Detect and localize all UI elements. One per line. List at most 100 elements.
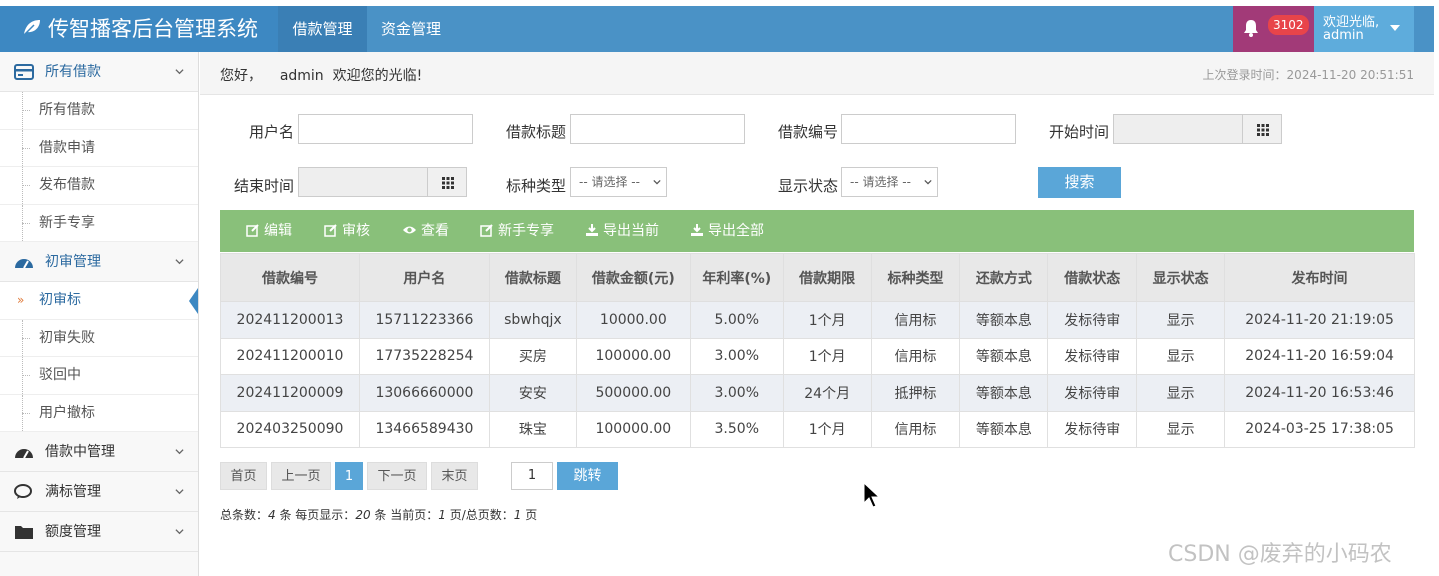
edit-icon	[246, 224, 259, 237]
table-cell: 13066660000	[358, 374, 490, 412]
welcome-user: admin	[279, 68, 324, 84]
sidebar-group-all-loans[interactable]: 所有借款	[0, 52, 198, 92]
sidebar-group-in-progress[interactable]: 借款中管理	[0, 432, 198, 472]
loan-title-input[interactable]	[570, 114, 745, 144]
chevron-down-icon	[175, 489, 184, 495]
search-button[interactable]: 搜索	[1038, 167, 1121, 198]
loan-table: 借款编号 用户名 借款标题 借款金额(元) 年利率(%) 借款期限 标种类型 还…	[220, 253, 1415, 448]
sidebar-item-review-failed[interactable]: 初审失败	[0, 319, 198, 357]
caret-down-icon	[1390, 25, 1400, 31]
table-cell: 3.50%	[689, 410, 784, 448]
export-all-button[interactable]: 导出全部	[690, 210, 764, 252]
column-header[interactable]: 年利率(%)	[689, 253, 784, 302]
end-time-input[interactable]	[298, 167, 428, 197]
table-cell: 100000.00	[575, 337, 691, 375]
sidebar-item-publish-loan[interactable]: 发布借款	[0, 167, 198, 205]
table-cell: 2024-03-25 17:38:05	[1224, 410, 1415, 448]
sidebar-group-full-bids[interactable]: 满标管理	[0, 472, 198, 512]
sidebar-item-newbie[interactable]: 新手专享	[0, 204, 198, 242]
sidebar-item-user-withdrawn[interactable]: 用户撤标	[0, 394, 198, 432]
end-time-label: 结束时间	[234, 177, 295, 195]
notification-button[interactable]: 3102	[1233, 6, 1314, 52]
current-page-button[interactable]: 1	[335, 462, 363, 490]
column-header[interactable]: 借款状态	[1047, 253, 1138, 302]
column-header[interactable]: 借款金额(元)	[575, 253, 691, 302]
column-header[interactable]: 显示状态	[1136, 253, 1226, 302]
column-header[interactable]: 还款方式	[959, 253, 1049, 302]
column-header[interactable]: 借款标题	[488, 253, 577, 302]
table-cell: 100000.00	[575, 410, 691, 448]
tab-loan-management[interactable]: 借款管理	[278, 6, 367, 52]
view-button[interactable]: 查看	[402, 210, 449, 252]
table-cell: 17735228254	[358, 337, 490, 375]
dashboard-icon	[15, 259, 33, 269]
bid-type-select[interactable]: -- 请选择 --	[570, 167, 667, 197]
table-cell: 抵押标	[870, 374, 961, 412]
folder-icon	[15, 526, 33, 539]
column-header[interactable]: 用户名	[358, 253, 490, 302]
sidebar-group-label: 额度管理	[45, 524, 101, 540]
start-time-input[interactable]	[1113, 114, 1243, 144]
table-cell: 500000.00	[575, 374, 691, 412]
table-row[interactable]: 202403250090 13466589430 珠宝 100000.00 3.…	[220, 410, 1415, 448]
eye-icon	[403, 226, 416, 234]
edit-button[interactable]: 编辑	[246, 210, 292, 252]
prev-page-button[interactable]: 上一页	[271, 462, 331, 490]
loan-number-input[interactable]	[841, 114, 1016, 144]
sidebar-group-quota[interactable]: 额度管理	[0, 512, 198, 552]
column-header[interactable]: 借款期限	[782, 253, 872, 302]
table-cell: 2024-11-20 16:59:04	[1224, 337, 1415, 375]
table-row[interactable]: 202411200013 15711223366 sbwhqjx 10000.0…	[220, 301, 1415, 339]
start-calendar-button[interactable]	[1242, 114, 1282, 144]
display-status-select[interactable]: -- 请选择 --	[841, 167, 938, 197]
sidebar-group-label: 初审管理	[45, 254, 101, 270]
sidebar-item-loan-apply[interactable]: 借款申请	[0, 129, 198, 167]
chevron-down-icon	[175, 529, 184, 535]
table-cell: 珠宝	[488, 410, 577, 448]
table-cell: 发标待审	[1047, 374, 1138, 412]
table-row[interactable]: 202411200009 13066660000 安安 500000.00 3.…	[220, 374, 1415, 412]
first-page-button[interactable]: 首页	[220, 462, 267, 490]
table-cell: 202411200009	[220, 374, 360, 412]
sidebar-item-rejected[interactable]: 驳回中	[0, 357, 198, 395]
table-cell: 等额本息	[959, 337, 1049, 375]
jump-button[interactable]: 跳转	[557, 462, 618, 490]
next-page-button[interactable]: 下一页	[367, 462, 427, 490]
calendar-grid-icon	[1257, 124, 1269, 136]
display-status-label: 显示状态	[778, 177, 839, 195]
table-cell: 202403250090	[220, 410, 360, 448]
sidebar-group-first-review[interactable]: 初审管理	[0, 242, 198, 282]
edit-icon	[480, 224, 493, 237]
column-header[interactable]: 借款编号	[220, 253, 360, 302]
column-header[interactable]: 标种类型	[870, 253, 961, 302]
page-jump-input[interactable]: 1	[511, 462, 553, 490]
user-name: admin	[1323, 28, 1364, 43]
newbie-button[interactable]: 新手专享	[480, 210, 554, 252]
column-header[interactable]: 发布时间	[1224, 253, 1415, 302]
table-row[interactable]: 202411200010 17735228254 买房 100000.00 3.…	[220, 337, 1415, 375]
chevron-down-icon	[653, 179, 661, 185]
chevron-down-icon	[175, 449, 184, 455]
username-input[interactable]	[298, 114, 473, 144]
app-brand[interactable]: 传智播客后台管理系统	[0, 6, 278, 52]
tab-fund-management[interactable]: 资金管理	[367, 6, 455, 52]
table-cell: 5.00%	[689, 301, 784, 339]
table-cell: 安安	[488, 374, 577, 412]
table-cell: 2024-11-20 21:19:05	[1224, 301, 1415, 339]
end-calendar-button[interactable]	[427, 167, 467, 197]
last-page-button[interactable]: 末页	[431, 462, 478, 490]
bell-icon	[1244, 20, 1258, 37]
table-cell: 显示	[1136, 337, 1226, 375]
table-cell: 发标待审	[1047, 410, 1138, 448]
export-current-button[interactable]: 导出当前	[585, 210, 659, 252]
table-cell: 202411200013	[220, 301, 360, 339]
notification-badge: 3102	[1268, 15, 1309, 35]
app-title: 传智播客后台管理系统	[48, 17, 258, 41]
sidebar-item-all-loans[interactable]: 所有借款	[0, 92, 198, 130]
review-button[interactable]: 审核	[324, 210, 370, 252]
table-cell: 信用标	[870, 410, 961, 448]
leaf-icon	[22, 17, 42, 41]
user-menu[interactable]: 欢迎光临, admin	[1314, 6, 1414, 52]
sidebar-item-first-review-bid[interactable]: » 初审标	[0, 282, 198, 320]
welcome-text: 您好， admin 欢迎您的光临!	[220, 68, 423, 84]
